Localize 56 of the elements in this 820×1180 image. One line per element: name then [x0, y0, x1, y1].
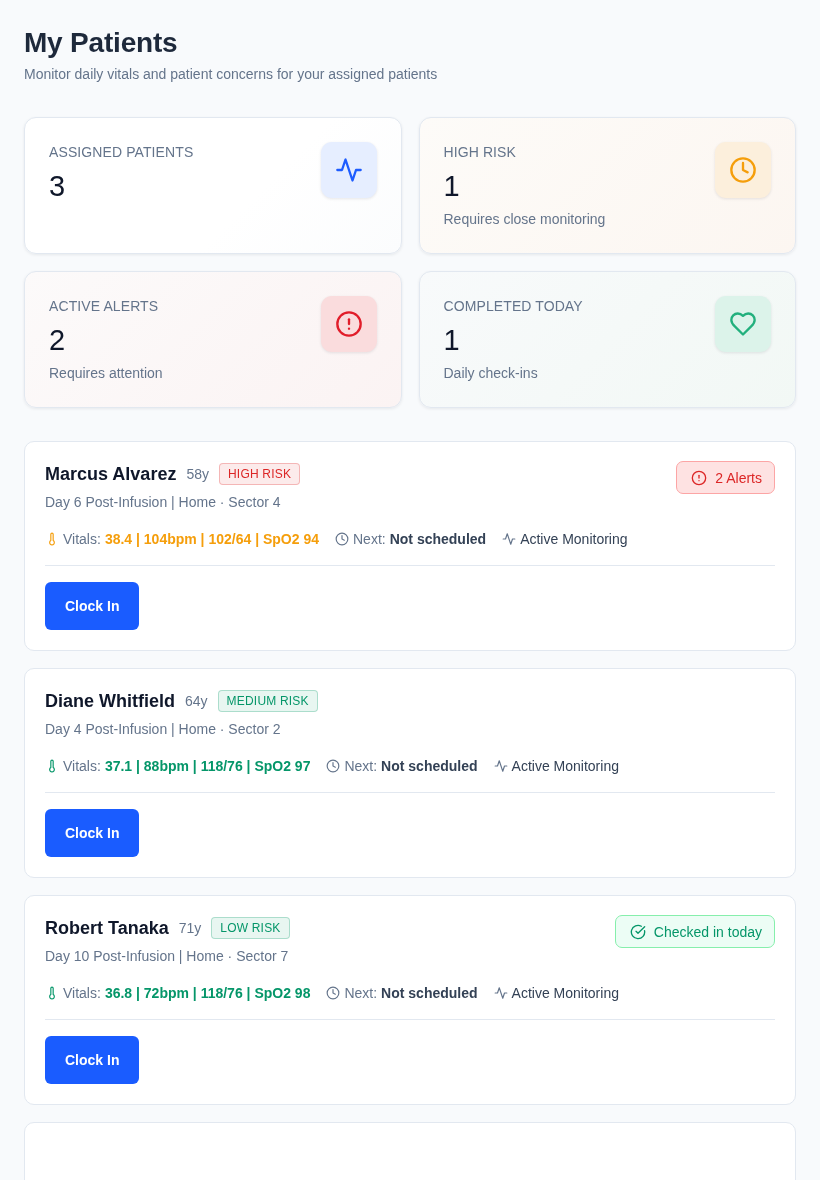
- stat-note: Requires close monitoring: [443, 210, 606, 229]
- alert-icon: [320, 296, 377, 352]
- next-label: Next:: [344, 985, 378, 1001]
- patient-age: 58y: [186, 466, 209, 482]
- patient-age: 71y: [178, 920, 202, 936]
- status-text: Checked in today: [653, 923, 762, 940]
- stat-value: 1: [443, 323, 461, 357]
- vitals-reading: 38.4 | 104bpm | 102/64 | SpO2 94: [104, 531, 319, 547]
- pulse-icon: [493, 759, 508, 773]
- stat-label: ACTIVE ALERTS: [49, 297, 160, 316]
- pulse-icon: [502, 532, 517, 546]
- stat-note: Daily check-ins: [443, 364, 539, 383]
- pulse-icon: [493, 986, 508, 1000]
- clock-icon: [335, 532, 349, 546]
- patient-details: Day 4 Post-Infusion | Home · Sector 2: [45, 720, 282, 739]
- page-title: My Patients: [24, 26, 179, 60]
- clock-in-button[interactable]: Clock In: [45, 582, 140, 630]
- stat-value: 3: [49, 169, 67, 203]
- monitoring-status: Active Monitoring: [520, 531, 628, 547]
- vitals-reading: 36.8 | 72bpm | 118/76 | SpO2 98: [104, 985, 311, 1001]
- clock-in-button[interactable]: Clock In: [45, 1036, 140, 1084]
- patient-name: Robert Tanaka: [45, 917, 169, 939]
- monitoring-status: Active Monitoring: [511, 985, 619, 1001]
- clock-icon: [326, 986, 341, 1000]
- clock-in-button[interactable]: Clock In: [45, 809, 140, 857]
- status-text: 2 Alerts: [715, 469, 762, 486]
- stat-label: COMPLETED TODAY: [443, 297, 583, 316]
- risk-badge: MEDIUM RISK: [217, 690, 318, 712]
- stat-label: HIGH RISK: [443, 143, 517, 162]
- clock-icon: [715, 142, 771, 198]
- page-subtitle: Monitor daily vitals and patient concerns for your assigned patients: [24, 65, 439, 84]
- next-label: Next:: [344, 758, 378, 774]
- patient-name: Diane Whitfield: [45, 690, 175, 712]
- next-checkin: Not scheduled: [381, 758, 478, 774]
- patient-age: 64y: [185, 693, 208, 709]
- clock-icon: [326, 759, 341, 773]
- pulse-icon: [320, 142, 377, 198]
- check-circle-icon: [629, 923, 646, 940]
- next-label: Next:: [353, 531, 386, 547]
- alert-icon: [691, 469, 708, 486]
- stat-value: 2: [49, 323, 67, 357]
- patient-details: Day 10 Post-Infusion | Home · Sector 7: [45, 947, 290, 966]
- next-checkin: Not scheduled: [381, 985, 478, 1001]
- patient-name: Marcus Alvarez: [45, 463, 177, 485]
- stat-label: ASSIGNED PATIENTS: [49, 143, 194, 162]
- next-checkin: Not scheduled: [389, 531, 487, 547]
- stat-value: 1: [443, 169, 461, 203]
- patient-details: Day 6 Post-Infusion | Home · Sector 4: [45, 493, 282, 512]
- vitals-reading: 37.1 | 88bpm | 118/76 | SpO2 97: [104, 758, 311, 774]
- vitals-label: Vitals:: [63, 985, 101, 1001]
- risk-badge: HIGH RISK: [219, 463, 301, 485]
- vitals-label: Vitals:: [63, 758, 101, 774]
- risk-badge: LOW RISK: [211, 917, 290, 939]
- vitals-label: Vitals:: [63, 531, 101, 547]
- stat-note: Requires attention: [49, 364, 163, 383]
- monitoring-status: Active Monitoring: [511, 758, 619, 774]
